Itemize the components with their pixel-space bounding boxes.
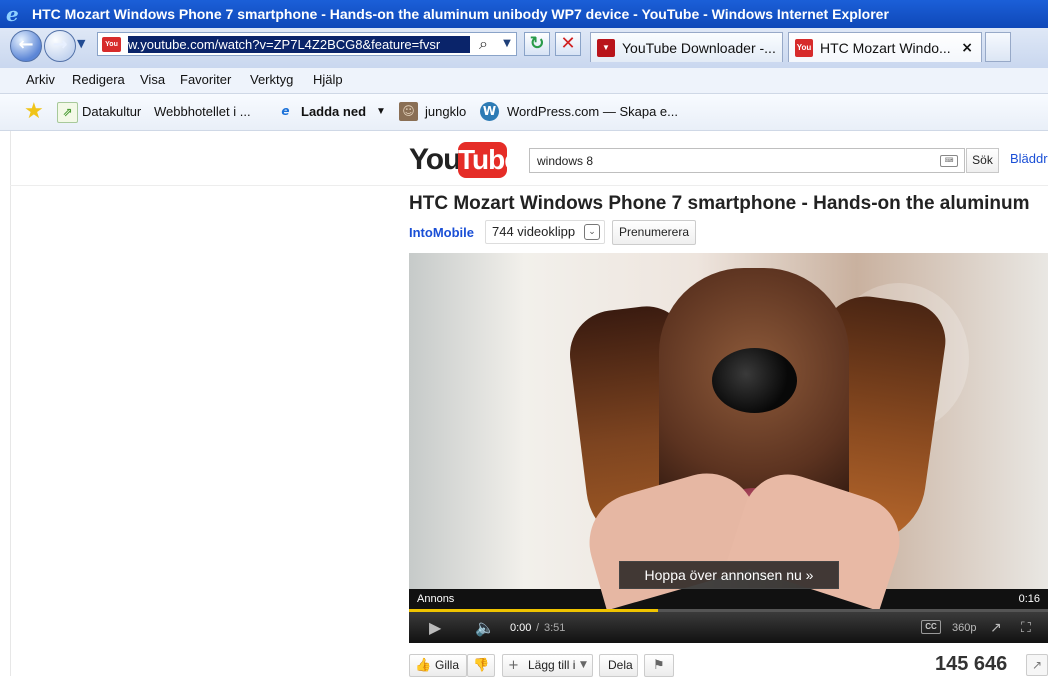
close-icon[interactable]: × [961, 39, 973, 57]
chevron-down-icon: ▼ [580, 660, 587, 670]
youtube-logo-you: You [409, 143, 461, 176]
profile-icon: ☺ [399, 102, 418, 121]
search-icon[interactable]: ⌕ [479, 35, 497, 53]
plus-icon: + [508, 658, 519, 673]
channel-link[interactable]: IntoMobile [409, 225, 474, 241]
left-panel [0, 131, 11, 676]
forward-button[interactable]: → [44, 30, 76, 62]
youtube-icon: You [795, 39, 813, 57]
play-icon[interactable]: ▶ [429, 620, 449, 636]
add-label: Lägg till i [528, 658, 576, 672]
address-dropdown-icon[interactable]: ▼ [500, 35, 514, 53]
share-button[interactable]: Dela [599, 654, 638, 677]
volume-icon[interactable]: 🔈 [475, 619, 495, 637]
menu-bar: Arkiv Redigera Visa Favoriter Verktyg Hj… [0, 68, 1048, 94]
share-label: Dela [608, 658, 633, 672]
back-button[interactable]: ← [10, 30, 42, 62]
add-to-button[interactable]: + Lägg till i ▼ [502, 654, 593, 677]
search-query[interactable]: windows 8 [537, 153, 593, 169]
popout-icon[interactable]: ↗ [990, 619, 1008, 637]
youtube-downloader-icon: ▼ [597, 39, 615, 57]
youtube-site-icon: You [102, 37, 121, 52]
youtube-search-input[interactable]: windows 8 ⌨ [529, 148, 965, 173]
keyboard-icon[interactable]: ⌨ [940, 155, 958, 167]
datakultur-icon: ⇗ [57, 102, 78, 123]
favorite-jungklo[interactable]: jungklo [425, 104, 466, 120]
video-actions: 👍 Gilla 👎 + Lägg till i ▼ Dela ⚑ 145 646… [409, 653, 1048, 677]
tab-label: YouTube Downloader -... [622, 40, 776, 56]
favorites-star-icon[interactable]: ★ [24, 101, 46, 123]
fullscreen-icon[interactable]: ⛶ [1021, 619, 1039, 637]
window-title-bar: e HTC Mozart Windows Phone 7 smartphone … [0, 0, 1048, 28]
header-divider [10, 185, 1048, 186]
stop-icon: ✕ [560, 33, 576, 54]
tab-youtube-downloader[interactable]: ▼ YouTube Downloader -... [590, 32, 783, 62]
address-bar[interactable]: You w.youtube.com/watch?v=ZP7L4Z2BCG8&fe… [97, 32, 517, 56]
favorite-webbhotellet[interactable]: Webbhotellet i ... [154, 104, 251, 120]
dislike-button[interactable]: 👎 [467, 654, 495, 677]
menu-arkiv[interactable]: Arkiv [26, 72, 55, 88]
current-time: 0:00 [510, 622, 532, 634]
search-button[interactable]: Sök [966, 148, 999, 173]
like-label: Gilla [435, 658, 460, 672]
tab-htc-mozart[interactable]: You HTC Mozart Windo... × [788, 32, 982, 62]
youtube-logo[interactable]: You Tube [409, 141, 520, 179]
tab-label: HTC Mozart Windo... [820, 40, 951, 56]
video-count-button[interactable]: 744 videoklipp ⌄ [485, 220, 605, 244]
ad-label: Annons [417, 593, 455, 605]
forward-arrow-icon: → [52, 34, 68, 55]
video-count-label: 744 videoklipp [492, 224, 576, 239]
chevron-down-icon[interactable]: ▼ [376, 104, 386, 120]
refresh-icon: ↻ [529, 33, 545, 54]
ad-time: 0:16 [1018, 593, 1040, 605]
browser-toolbar: ← → ▼ You w.youtube.com/watch?v=ZP7L4Z2B… [0, 28, 1048, 69]
skip-ad-button[interactable]: Hoppa över annonsen nu » [619, 561, 839, 589]
thumbs-down-icon: 👎 [473, 658, 490, 673]
favorite-datakultur[interactable]: Datakultur [82, 104, 141, 120]
refresh-button[interactable]: ↻ [524, 32, 550, 56]
stats-icon[interactable]: ↗ [1026, 654, 1048, 676]
menu-redigera[interactable]: Redigera [72, 72, 125, 88]
captions-icon[interactable]: CC [921, 620, 941, 634]
like-button[interactable]: 👍 Gilla [409, 654, 467, 677]
new-tab-button[interactable] [985, 32, 1011, 62]
thumbs-up-icon: 👍 [415, 658, 432, 673]
history-dropdown-icon[interactable]: ▼ [77, 38, 89, 49]
time-separator: / [536, 622, 540, 634]
player-controls: ▶ 🔈 0:00 / 3:51 CC 360p ↗ ⛶ [409, 612, 1048, 643]
favorites-bar: ★ ⇗ Datakultur Webbhotellet i ... e Ladd… [0, 94, 1048, 131]
flag-button[interactable]: ⚑ [644, 654, 674, 677]
total-time: 3:51 [544, 622, 566, 634]
address-url[interactable]: w.youtube.com/watch?v=ZP7L4Z2BCG8&featur… [128, 36, 470, 53]
quality-button[interactable]: 360p [952, 621, 976, 635]
flag-icon: ⚑ [653, 658, 665, 673]
video-title: HTC Mozart Windows Phone 7 smartphone - … [409, 193, 1030, 214]
back-arrow-icon: ← [18, 34, 34, 55]
video-frame[interactable]: Hoppa över annonsen nu » [409, 253, 1048, 612]
menu-favoriter[interactable]: Favoriter [180, 72, 231, 88]
favorite-ladda-ned[interactable]: Ladda ned [301, 104, 366, 120]
youtube-logo-tube: Tube [458, 142, 520, 178]
subscribe-button[interactable]: Prenumerera [612, 220, 696, 245]
wordpress-icon: W [480, 102, 499, 121]
favorite-wordpress[interactable]: WordPress.com — Skapa e... [507, 104, 678, 120]
browse-link[interactable]: Bläddr [1010, 151, 1048, 167]
menu-hjalp[interactable]: Hjälp [313, 72, 343, 88]
video-player[interactable]: Hoppa över annonsen nu » Annons 0:16 ▶ 🔈… [409, 253, 1048, 643]
menu-visa[interactable]: Visa [140, 72, 165, 88]
ie-icon: e [281, 104, 290, 118]
window-title: HTC Mozart Windows Phone 7 smartphone - … [32, 6, 889, 22]
chevron-down-icon: ⌄ [584, 224, 600, 240]
dog-nose [712, 348, 797, 413]
menu-verktyg[interactable]: Verktyg [250, 72, 293, 88]
internet-explorer-icon: e [6, 2, 19, 26]
stop-button[interactable]: ✕ [555, 32, 581, 56]
view-count: 145 646 [935, 653, 1008, 675]
